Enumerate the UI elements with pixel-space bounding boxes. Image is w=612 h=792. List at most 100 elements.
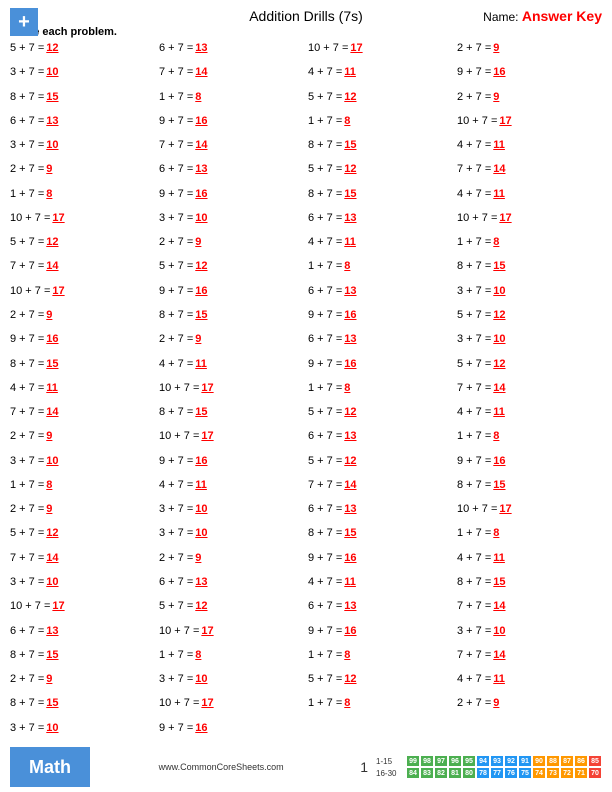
- problem-equation: 9 + 7 =: [159, 285, 193, 297]
- problem-equation: 9 + 7 =: [159, 188, 193, 200]
- score-cell: 81: [448, 767, 462, 779]
- problem-item: 5 + 7 = 12: [308, 672, 453, 695]
- problem-answer: 17: [350, 42, 366, 54]
- problem-item: 9 + 7 = 16: [308, 551, 453, 574]
- problem-equation: 4 + 7 =: [159, 358, 193, 370]
- problem-item: 6 + 7 = 13: [308, 599, 453, 622]
- problem-answer: 14: [46, 260, 62, 272]
- problem-equation: 2 + 7 =: [10, 309, 44, 321]
- problem-answer: 9: [195, 333, 211, 345]
- problem-item: 9 + 7 = 16: [457, 65, 602, 88]
- problem-answer: 17: [52, 600, 68, 612]
- problem-equation: 10 + 7 =: [159, 382, 199, 394]
- problem-item: 2 + 7 = 9: [10, 502, 155, 525]
- problem-equation: 8 + 7 =: [457, 576, 491, 588]
- problem-item: 5 + 7 = 12: [457, 357, 602, 380]
- problem-answer: 15: [344, 139, 360, 151]
- score-cell: 93: [490, 755, 504, 767]
- problem-item: 8 + 7 = 15: [308, 187, 453, 210]
- problem-item: 6 + 7 = 13: [308, 284, 453, 307]
- problem-answer: 9: [195, 552, 211, 564]
- score-cell: 82: [434, 767, 448, 779]
- score-cell: 80: [462, 767, 476, 779]
- problem-answer: 17: [201, 697, 217, 709]
- problem-equation: 5 + 7 =: [308, 455, 342, 467]
- problem-item: 5 + 7 = 12: [308, 162, 453, 185]
- score-cell: 90: [532, 755, 546, 767]
- problem-answer: 10: [195, 212, 211, 224]
- problem-item: 10 + 7 = 17: [159, 624, 304, 647]
- problem-equation: 10 + 7 =: [457, 503, 497, 515]
- problem-equation: 5 + 7 =: [10, 236, 44, 248]
- problem-answer: 14: [493, 382, 509, 394]
- name-area: Name: Answer Key: [483, 8, 602, 24]
- problem-item: 1 + 7 = 8: [457, 235, 602, 258]
- problem-answer: 8: [195, 91, 211, 103]
- problem-answer: 13: [344, 600, 360, 612]
- score-cell: 74: [532, 767, 546, 779]
- score-cell: 78: [476, 767, 490, 779]
- problem-item: 4 + 7 = 11: [308, 575, 453, 598]
- problem-equation: 2 + 7 =: [457, 91, 491, 103]
- problem-item: 6 + 7 = 13: [308, 429, 453, 452]
- problem-equation: 1 + 7 =: [457, 527, 491, 539]
- problem-equation: 5 + 7 =: [308, 673, 342, 685]
- problem-equation: 6 + 7 =: [308, 333, 342, 345]
- problem-equation: 5 + 7 =: [457, 358, 491, 370]
- problem-equation: 3 + 7 =: [159, 503, 193, 515]
- problem-item: 1 + 7 = 8: [457, 429, 602, 452]
- problem-equation: 3 + 7 =: [10, 455, 44, 467]
- problem-item: 9 + 7 = 16: [159, 721, 304, 744]
- problem-equation: 2 + 7 =: [10, 163, 44, 175]
- problem-item: 4 + 7 = 11: [457, 405, 602, 428]
- problem-item: 1 + 7 = 8: [457, 526, 602, 549]
- problem-answer: 17: [52, 285, 68, 297]
- problem-answer: 8: [344, 697, 360, 709]
- problem-answer: 15: [195, 406, 211, 418]
- problem-equation: 6 + 7 =: [159, 42, 193, 54]
- problem-item: 7 + 7 = 14: [457, 599, 602, 622]
- problem-equation: 10 + 7 =: [10, 600, 50, 612]
- problem-answer: 10: [46, 722, 62, 734]
- problem-item: 5 + 7 = 12: [308, 90, 453, 113]
- problem-equation: 7 + 7 =: [457, 382, 491, 394]
- score-row-label: 1-15: [376, 757, 406, 766]
- problem-answer: 13: [344, 430, 360, 442]
- score-cells: 8483828180787776757473727170: [406, 767, 602, 779]
- problem-answer: 8: [344, 649, 360, 661]
- problem-item: 9 + 7 = 16: [308, 624, 453, 647]
- problem-answer: 14: [493, 600, 509, 612]
- problem-item: 7 + 7 = 14: [10, 405, 155, 428]
- score-cell: 71: [574, 767, 588, 779]
- problem-item: 7 + 7 = 14: [159, 138, 304, 161]
- problem-equation: 3 + 7 =: [457, 333, 491, 345]
- problem-equation: 8 + 7 =: [308, 188, 342, 200]
- problem-item: 10 + 7 = 17: [10, 599, 155, 622]
- problem-item: 1 + 7 = 8: [308, 696, 453, 719]
- problem-equation: 7 + 7 =: [457, 600, 491, 612]
- problem-answer: 16: [344, 625, 360, 637]
- problem-equation: 8 + 7 =: [159, 406, 193, 418]
- problem-answer: 16: [493, 455, 509, 467]
- problem-answer: 11: [493, 188, 509, 200]
- problem-answer: 13: [195, 42, 211, 54]
- problem-item: 2 + 7 = 9: [159, 332, 304, 355]
- problem-answer: 12: [493, 358, 509, 370]
- problem-equation: 6 + 7 =: [308, 430, 342, 442]
- problem-answer: 11: [493, 406, 509, 418]
- problem-answer: 16: [46, 333, 62, 345]
- problem-answer: 13: [46, 625, 62, 637]
- problem-answer: 10: [493, 333, 509, 345]
- problem-equation: 2 + 7 =: [159, 333, 193, 345]
- score-cell: 92: [504, 755, 518, 767]
- problem-answer: 12: [46, 527, 62, 539]
- problem-item: 2 + 7 = 9: [457, 41, 602, 64]
- problem-answer: 11: [344, 576, 360, 588]
- problem-answer: 12: [493, 309, 509, 321]
- problem-answer: 8: [46, 188, 62, 200]
- problem-answer: 15: [344, 188, 360, 200]
- problem-equation: 6 + 7 =: [308, 503, 342, 515]
- problem-answer: 16: [344, 552, 360, 564]
- problem-item: 8 + 7 = 15: [10, 357, 155, 380]
- problem-equation: 5 + 7 =: [308, 91, 342, 103]
